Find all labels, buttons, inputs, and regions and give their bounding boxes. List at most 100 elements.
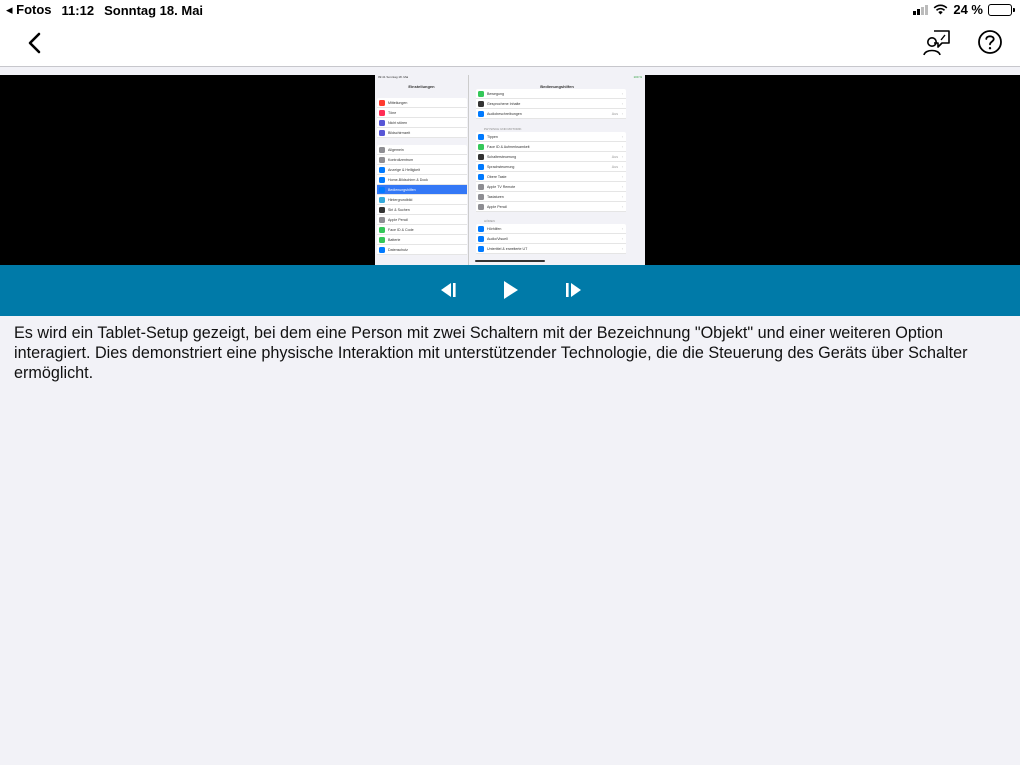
chevron-right-icon: › [621,184,623,189]
settings-row-label: Siri & Suchen [388,207,410,212]
settings-row-icon [478,133,484,140]
settings-row-icon [478,245,484,252]
chevron-right-icon: › [621,236,623,241]
video-frame-settings-screenshot: 09:41 Sonntag 18. Mai Einstellungen Mitt… [375,75,645,265]
battery-percentage: 24 % [953,2,983,17]
settings-row: Audiobeschreibungen Aus › [476,109,626,119]
settings-row: Kontrollzentrum [377,155,467,165]
playback-controls [0,265,1020,316]
settings-row: Hintergrundbild [377,195,467,205]
settings-row-label: Töne [388,110,397,115]
settings-row-icon [478,143,484,150]
section-physical-motor: PHYSISCH UND MOTORIK [484,127,522,131]
settings-row-icon [478,90,484,97]
back-to-app-link[interactable]: ◂ Fotos [6,2,52,18]
play-icon[interactable] [499,279,523,301]
settings-row-icon [478,163,484,170]
settings-row-label: Hintergrundbild [388,197,413,202]
settings-row-icon [379,119,385,126]
settings-row-icon [379,196,385,203]
settings-row-label: Bedienungshilfen [388,187,416,192]
settings-row-icon [379,166,385,173]
settings-row-icon [478,225,484,232]
settings-row-icon [379,246,385,253]
settings-row: Bedienungshilfen [377,185,467,195]
video-player[interactable]: 09:41 Sonntag 18. Mai Einstellungen Mitt… [0,75,1020,265]
settings-row-label: Audio/Visuell [487,236,508,241]
chevron-right-icon: › [621,144,623,149]
chevron-right-icon: › [621,164,623,169]
cellular-signal-icon [913,4,929,15]
settings-row-label: Gesprochene Inhalte [487,101,521,106]
settings-row: Tippen › [476,132,626,142]
home-indicator [475,260,545,262]
question-circle-icon[interactable] [977,29,1003,55]
settings-row: Apple Pencil › [476,202,626,212]
settings-row-icon [478,173,484,180]
settings-row-icon [379,226,385,233]
chevron-right-icon: › [621,226,623,231]
settings-row-label: Apple Pencil [388,217,408,222]
settings-row-icon [379,146,385,153]
image-description: Es wird ein Tablet-Setup gezeigt, bei de… [14,324,968,382]
settings-row-label: Home-Bildschirm & Dock [388,177,428,182]
settings-row: Mitteilungen [377,98,467,108]
settings-row: Face ID & Code [377,225,467,235]
chevron-left-icon[interactable] [22,30,48,56]
navigation-bar [0,20,1020,67]
settings-row-icon [379,206,385,213]
settings-row-icon [379,156,385,163]
settings-row-icon [478,203,484,210]
settings-row-label: Kontrollzentrum [388,157,414,162]
settings-row-label: Untertitel & erweiterte UT [487,246,528,251]
settings-row-label: Apple TV Remote [487,184,516,189]
settings-row: Audio/Visuell › [476,234,626,244]
person-speech-bubble-icon[interactable] [922,28,952,58]
settings-row-icon [478,100,484,107]
settings-row: Sprachsteuerung Aus › [476,162,626,172]
chevron-right-icon: › [621,194,623,199]
settings-row: Töne [377,108,467,118]
settings-group-1: Mitteilungen Töne Nicht stören Bildschirmze… [377,98,467,138]
settings-row: Apple TV Remote › [476,182,626,192]
settings-row-label: Face ID & Aufmerksamkeit [487,144,530,149]
chevron-right-icon: › [621,111,623,116]
settings-row: Gesprochene Inhalte › [476,99,626,109]
chevron-right-icon: › [621,91,623,96]
settings-row-label: Nicht stören [388,120,408,125]
accessibility-group-1: Bewegung › Gesprochene Inhalte › Audiobeschr… [476,89,626,119]
settings-row: Allgemein [377,145,467,155]
settings-row: Anzeige & Helligkeit [377,165,467,175]
settings-row-icon [478,110,484,117]
accessibility-group-2: Tippen › Face ID & Aufmerksamkeit › Schalter… [476,132,626,212]
settings-row-label: Mitteilungen [388,100,408,105]
settings-row-icon [379,129,385,136]
settings-row: Untertitel & erweiterte UT › [476,244,626,254]
chevron-right-icon: › [621,204,623,209]
settings-row-label: Face ID & Code [388,227,414,232]
settings-row-label: Tastaturen [487,194,504,199]
settings-row: Hörhilfen › [476,224,626,234]
chevron-right-icon: › [621,134,623,139]
section-hearing: HÖREN [484,219,495,223]
status-time: 11:12 [61,2,95,18]
settings-row-label: Audiobeschreibungen [487,111,522,116]
settings-row-icon [478,183,484,190]
settings-row: Home-Bildschirm & Dock [377,175,467,185]
settings-sidebar: 09:41 Sonntag 18. Mai Einstellungen Mitt… [375,75,469,265]
settings-row-label: Tippen [487,134,498,139]
step-backward-icon[interactable] [437,279,461,301]
chevron-right-icon: › [621,101,623,106]
status-bar: ◂ Fotos 11:12 Sonntag 18. Mai 24 % [0,0,1020,20]
step-forward-icon[interactable] [561,279,585,301]
status-date: Sonntag 18. Mai [104,2,204,18]
accessibility-pane: 100 % Bedienungshilfen Bewegung › Gesproch… [469,75,645,265]
settings-title: Einstellungen [408,84,435,89]
settings-row: Siri & Suchen [377,205,467,215]
settings-row-icon [478,235,484,242]
chevron-right-icon: › [621,154,623,159]
accessibility-group-3: Hörhilfen › Audio/Visuell › Untertitel & erw… [476,224,626,254]
screenshot-date: Sonntag 18. Mai [386,75,409,79]
settings-row-label: Hörhilfen [487,226,502,231]
settings-row-label: Allgemein [388,147,404,152]
